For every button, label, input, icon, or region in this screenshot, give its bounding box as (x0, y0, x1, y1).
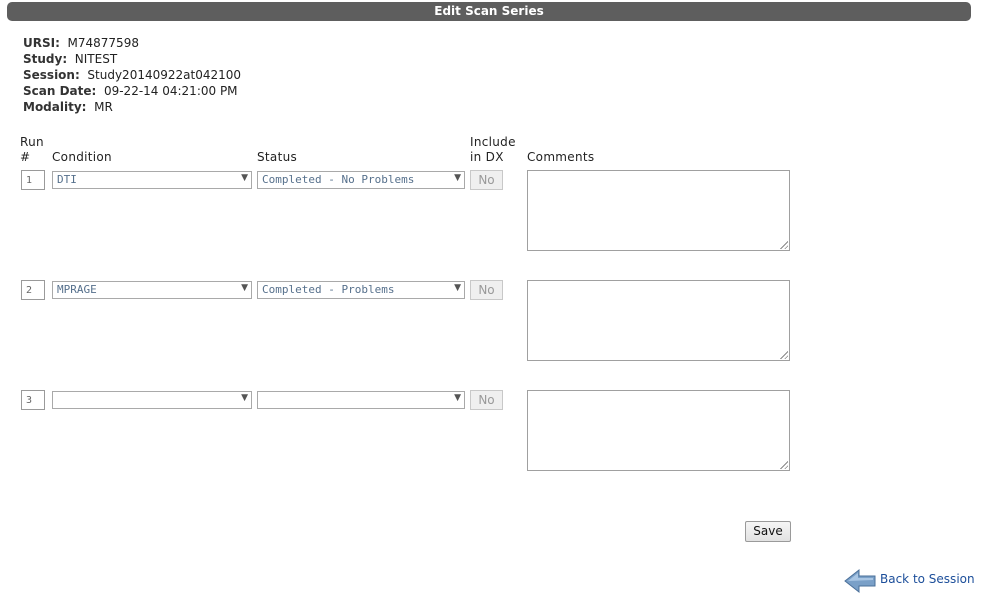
header-run-line1: Run (20, 135, 44, 149)
chevron-down-icon: ▼ (241, 283, 248, 293)
comments-textarea[interactable] (527, 390, 790, 471)
condition-value: MPRAGE (57, 283, 97, 296)
back-to-session-label[interactable]: Back to Session (880, 572, 975, 586)
resize-handle-icon[interactable] (779, 240, 788, 249)
header-run: Run # (20, 135, 44, 165)
info-value: NITEST (74, 52, 118, 66)
page-title: Edit Scan Series (7, 2, 971, 21)
info-value: 09-22-14 04:21:00 PM (103, 84, 238, 98)
chevron-down-icon: ▼ (241, 173, 248, 183)
condition-select[interactable]: ▼ (52, 391, 252, 409)
status-select[interactable]: ▼ (257, 391, 465, 409)
info-study: Study: NITEST (23, 51, 241, 67)
header-run-line2: # (20, 150, 31, 164)
status-value: Completed - Problems (262, 283, 395, 296)
header-include-in-dx: Include in DX (470, 135, 516, 165)
scan-info: URSI: M74877598 Study: NITEST Session: S… (23, 35, 241, 115)
info-session: Session: Study20140922at042100 (23, 67, 241, 83)
header-status: Status (257, 150, 298, 164)
info-label: Modality: (23, 100, 87, 114)
condition-value: DTI (57, 173, 77, 186)
header-condition: Condition (52, 150, 112, 164)
run-number-input[interactable]: 1 (21, 170, 45, 190)
comments-textarea[interactable] (527, 170, 790, 251)
back-arrow-icon[interactable] (843, 567, 877, 598)
run-number-input[interactable]: 2 (21, 280, 45, 300)
status-select[interactable]: Completed - No Problems ▼ (257, 171, 465, 189)
include-in-dx-button[interactable]: No (470, 280, 503, 300)
header-comments: Comments (527, 150, 595, 164)
info-scan-date: Scan Date: 09-22-14 04:21:00 PM (23, 83, 241, 99)
info-modality: Modality: MR (23, 99, 241, 115)
header-include-line1: Include (470, 135, 516, 149)
status-value: Completed - No Problems (262, 173, 415, 186)
comments-textarea[interactable] (527, 280, 790, 361)
info-value: Study20140922at042100 (87, 68, 241, 82)
resize-handle-icon[interactable] (779, 350, 788, 359)
chevron-down-icon: ▼ (454, 283, 461, 293)
condition-select[interactable]: MPRAGE ▼ (52, 281, 252, 299)
include-in-dx-button[interactable]: No (470, 170, 503, 190)
run-number-input[interactable]: 3 (21, 390, 45, 410)
chevron-down-icon: ▼ (454, 393, 461, 403)
chevron-down-icon: ▼ (454, 173, 461, 183)
resize-handle-icon[interactable] (779, 460, 788, 469)
save-button[interactable]: Save (745, 521, 791, 542)
status-select[interactable]: Completed - Problems ▼ (257, 281, 465, 299)
include-in-dx-button[interactable]: No (470, 390, 503, 410)
info-ursi: URSI: M74877598 (23, 35, 241, 51)
info-value: MR (94, 100, 113, 114)
info-label: Scan Date: (23, 84, 97, 98)
header-include-line2: in DX (470, 150, 504, 164)
info-value: M74877598 (67, 36, 139, 50)
condition-select[interactable]: DTI ▼ (52, 171, 252, 189)
info-label: Session: (23, 68, 80, 82)
info-label: Study: (23, 52, 68, 66)
info-label: URSI: (23, 36, 60, 50)
chevron-down-icon: ▼ (241, 393, 248, 403)
